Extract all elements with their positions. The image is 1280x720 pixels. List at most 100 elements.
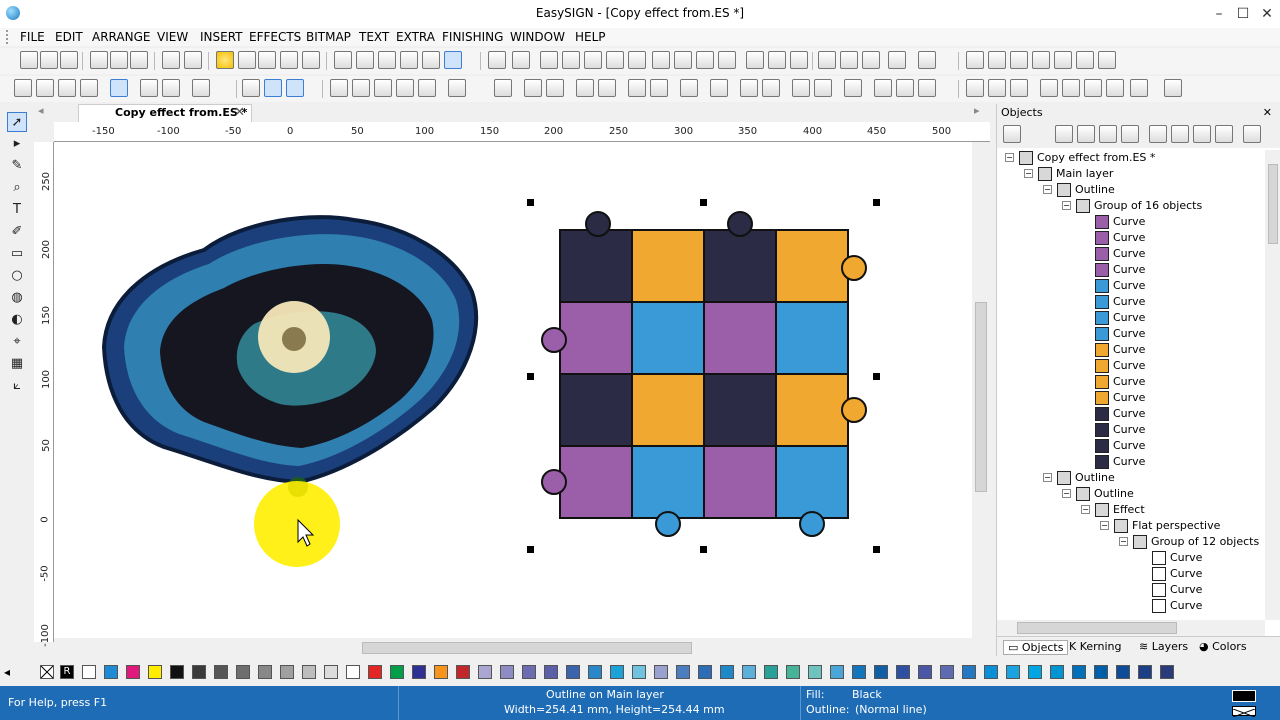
panel-close-icon[interactable]: ✕ [1263,106,1272,119]
stack-icon[interactable] [524,79,542,97]
tree-expand-icon[interactable]: − [1119,537,1128,546]
tree-expand-icon[interactable]: − [1043,473,1052,482]
toolbar-grip[interactable] [6,30,10,44]
align-center-icon[interactable] [512,51,530,69]
color-swatch[interactable] [368,665,382,679]
new-document-icon[interactable] [20,51,38,69]
play-icon[interactable] [418,79,436,97]
gray-square-icon[interactable] [140,79,158,97]
color-swatch[interactable] [852,665,866,679]
scroll-thumb[interactable] [975,302,987,492]
dimension-icon[interactable] [540,51,558,69]
color-swatch[interactable] [654,665,668,679]
menu-effects[interactable]: EFFECTS [249,30,301,44]
minimize-button[interactable]: – [1208,4,1230,24]
color-swatch[interactable] [82,665,96,679]
color-swatch[interactable] [742,665,756,679]
trim-icon[interactable] [606,51,624,69]
special-tool-icon[interactable] [1164,79,1182,97]
undo-icon[interactable] [162,51,180,69]
intersect-icon[interactable] [628,51,646,69]
move-icon[interactable] [330,79,348,97]
puzzle-artwork[interactable] [541,211,867,537]
zoom-tool-icon[interactable] [192,79,210,97]
move-up-icon[interactable] [1149,125,1167,143]
color-swatch[interactable] [302,665,316,679]
color-swatch[interactable] [610,665,624,679]
paste-page-icon[interactable] [988,79,1006,97]
tree-expand-icon[interactable]: − [1005,153,1014,162]
curve-left-icon[interactable] [792,79,810,97]
color-swatch[interactable] [1072,665,1086,679]
color-swatch[interactable] [676,665,690,679]
color-swatch[interactable] [434,665,448,679]
color-swatch[interactable] [104,665,118,679]
space-icon[interactable] [352,79,370,97]
shape-outline-icon[interactable] [1076,51,1094,69]
node-icon[interactable] [746,51,764,69]
arrange-selected-icon[interactable] [444,51,462,69]
paste-icon[interactable] [130,51,148,69]
tree-expand-icon[interactable]: − [1043,185,1052,194]
tree-expand-icon[interactable]: − [1024,169,1033,178]
shape-fill-icon[interactable] [1054,51,1072,69]
color-swatch[interactable] [148,665,162,679]
eyedropper-tool-icon[interactable]: ⌖ [7,332,27,352]
cut-object-icon[interactable] [1243,125,1261,143]
tree-icon[interactable] [1003,125,1021,143]
transform-icon[interactable] [80,79,98,97]
lock-icon[interactable] [14,79,32,97]
cut-icon[interactable] [90,51,108,69]
color-swatch[interactable] [808,665,822,679]
color-swatch[interactable] [940,665,954,679]
frame-square-icon[interactable] [1130,79,1148,97]
tree-expand-icon[interactable]: − [1062,201,1071,210]
save-icon[interactable] [60,51,78,69]
menu-window[interactable]: WINDOW [510,30,565,44]
tab-document[interactable]: Copy effect from.ES * ✕ [78,104,252,122]
properties-icon[interactable] [1099,125,1117,143]
color-swatch[interactable] [214,665,228,679]
lock-object-icon[interactable] [1055,125,1073,143]
distribute-icon[interactable] [840,51,858,69]
tab-objects[interactable]: ▭ Objects [1003,640,1069,655]
scroll-thumb[interactable] [362,642,692,654]
color-swatch[interactable] [786,665,800,679]
maximize-button[interactable]: ☐ [1232,4,1254,24]
grid-copy-icon[interactable] [598,79,616,97]
shape-effect-icon[interactable] [1098,51,1116,69]
printer-icon[interactable] [874,79,892,97]
circle-grid-icon[interactable] [628,79,646,97]
gear-icon[interactable] [448,79,466,97]
print-icon[interactable] [280,51,298,69]
close-button[interactable]: ✕ [1256,4,1278,24]
color-swatch[interactable] [478,665,492,679]
arrange-front-icon[interactable] [334,51,352,69]
arrange-backward-icon[interactable] [378,51,396,69]
pencil-tool-icon[interactable]: ✐ [7,222,27,242]
frame-right-icon[interactable] [1062,79,1080,97]
color-swatch[interactable] [566,665,580,679]
color-swatch[interactable] [830,665,844,679]
no-color-swatch[interactable] [40,665,54,679]
bulb-icon[interactable] [216,51,234,69]
phone-icon[interactable] [918,79,936,97]
shape-icon[interactable] [966,51,984,69]
stack-copy-icon[interactable] [546,79,564,97]
group-icon[interactable] [696,51,714,69]
color-tool-icon[interactable]: ◐ [7,310,27,330]
color-swatch[interactable] [1050,665,1064,679]
path-icon[interactable] [768,51,786,69]
color-swatch[interactable] [192,665,206,679]
shape-merge-icon[interactable] [1010,51,1028,69]
arrange-layer-icon[interactable] [422,51,440,69]
help-icon[interactable] [302,51,320,69]
copy-icon[interactable] [110,51,128,69]
arrange-back-icon[interactable] [400,51,418,69]
unlock-object-icon[interactable] [1077,125,1095,143]
eraser-tool-icon[interactable]: ✎ [7,156,27,176]
menu-view[interactable]: VIEW [157,30,188,44]
align-left-icon[interactable] [488,51,506,69]
menu-extra[interactable]: EXTRA [396,30,435,44]
shape-copy-icon[interactable] [988,51,1006,69]
